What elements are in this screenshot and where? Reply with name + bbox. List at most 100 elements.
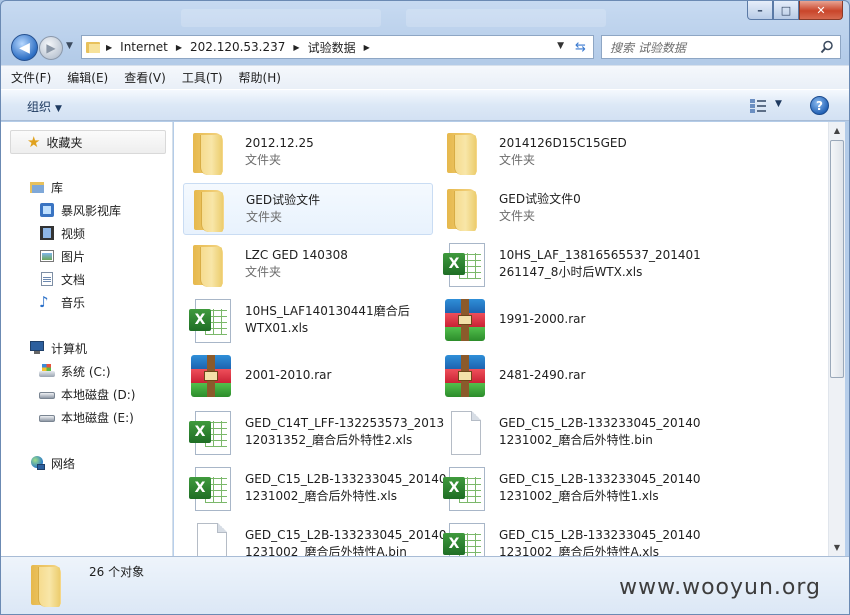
sidebar-item-favorites[interactable]: ★ 收藏夹 — [10, 130, 166, 154]
search-icon[interactable] — [820, 40, 834, 54]
file-name-continued: 1231002_磨合后外特性.bin — [499, 433, 653, 447]
forward-button[interactable]: ▶ — [39, 36, 63, 60]
film-icon — [39, 225, 55, 241]
sidebar-item-network[interactable]: 网络 — [29, 452, 75, 474]
file-type: 文件夹 — [245, 265, 282, 279]
file-name-continued: 12031352_磨合后外特性2.xls — [245, 433, 413, 447]
scroll-up-arrow-icon[interactable]: ▲ — [829, 122, 845, 139]
menu-bar: 文件(F) 编辑(E) 查看(V) 工具(T) 帮助(H) — [1, 65, 849, 89]
file-item[interactable]: 1991-2000.rar — [437, 295, 687, 347]
menu-view[interactable]: 查看(V) — [124, 69, 166, 86]
change-view-icon[interactable] — [749, 98, 767, 114]
breadcrumb-host[interactable]: 202.120.53.237 — [190, 40, 285, 54]
refresh-button[interactable]: ⇆ — [568, 35, 594, 59]
folder-icon — [25, 561, 73, 609]
excel-file-icon: X — [441, 521, 489, 556]
folder-icon — [441, 185, 489, 233]
file-name-continued: 1231002_磨合后外特性A.xls — [499, 545, 659, 556]
excel-file-icon: X — [187, 465, 235, 513]
hard-drive-icon — [39, 409, 55, 425]
file-item[interactable]: 2481-2490.rar — [437, 351, 687, 403]
file-item[interactable]: 2014126D15C15GED 文件夹 — [437, 127, 687, 179]
file-item[interactable]: 2001-2010.rar — [183, 351, 433, 403]
sidebar-item-drive-c[interactable]: 系统 (C:) — [39, 360, 111, 382]
close-button[interactable]: ✕ — [799, 1, 843, 20]
excel-file-icon: X — [187, 409, 235, 457]
sidebar-item-drive-d[interactable]: 本地磁盘 (D:) — [39, 383, 135, 405]
file-item[interactable]: GED_C15_L2B-133233045_20140 1231002_磨合后外特… — [437, 407, 701, 459]
breadcrumb-chevron-icon[interactable]: ▶ — [176, 43, 182, 52]
file-name-continued: WTX01.xls — [245, 321, 309, 335]
file-item[interactable]: X 10HS_LAF140130441磨合后 WTX01.xls — [183, 295, 433, 347]
scroll-down-arrow-icon[interactable]: ▼ — [829, 539, 845, 556]
sidebar-item-baofeng-library[interactable]: 暴风影视库 — [39, 199, 121, 221]
sidebar-item-drive-e[interactable]: 本地磁盘 (E:) — [39, 406, 134, 428]
organize-button[interactable]: 组织 ▼ — [27, 98, 62, 115]
breadcrumb-chevron-icon[interactable]: ▶ — [106, 43, 112, 52]
file-item[interactable]: X 10HS_LAF_13816565537_201401 261147_8小时后W… — [437, 239, 701, 291]
sidebar-item-music[interactable]: ♪ 音乐 — [39, 291, 85, 313]
object-count: 26 个对象 — [89, 565, 145, 579]
menu-edit[interactable]: 编辑(E) — [67, 69, 108, 86]
sidebar-item-label: 网络 — [51, 456, 76, 471]
sidebar-item-documents[interactable]: 文档 — [39, 268, 85, 290]
sidebar-item-label: 收藏夹 — [46, 135, 83, 150]
menu-file[interactable]: 文件(F) — [11, 69, 51, 86]
music-note-icon: ♪ — [39, 293, 49, 311]
search-placeholder: 搜索 试验数据 — [610, 40, 686, 55]
folder-icon — [187, 241, 235, 289]
sidebar-item-computer[interactable]: 计算机 — [29, 337, 87, 359]
file-name: GED_C15_L2B-133233045_20140 — [499, 528, 701, 542]
file-item[interactable]: X GED_C15_L2B-133233045_20140 1231002_磨合后外… — [183, 463, 447, 515]
file-name: LZC GED 140308 — [245, 248, 348, 262]
sidebar-item-label: 本地磁盘 (D:) — [61, 387, 136, 402]
sidebar-item-videos[interactable]: 视频 — [39, 222, 85, 244]
menu-help[interactable]: 帮助(H) — [239, 69, 281, 86]
file-item[interactable]: GED试验文件 文件夹 — [183, 183, 433, 235]
file-item[interactable]: X GED_C15_L2B-133233045_20140 1231002_磨合后外… — [437, 463, 701, 515]
address-bar[interactable]: ▶ Internet ▶ 202.120.53.237 ▶ 试验数据 ▶ ▼ — [81, 35, 569, 59]
file-item[interactable]: X GED_C14T_LFF-132253573_2013 12031352_磨合后… — [183, 407, 444, 459]
breadcrumb-chevron-icon[interactable]: ▶ — [364, 43, 370, 52]
search-input[interactable]: 搜索 试验数据 — [601, 35, 841, 59]
recent-pages-chevron-icon[interactable]: ▼ — [66, 41, 78, 55]
file-name: GED_C15_L2B-133233045_20140 — [245, 472, 447, 486]
back-button[interactable]: ◀ — [11, 34, 38, 61]
file-name: 2001-2010.rar — [245, 368, 332, 382]
vertical-scrollbar[interactable]: ▲ ▼ — [828, 122, 845, 556]
sidebar-item-label: 本地磁盘 (E:) — [61, 410, 134, 425]
minimize-button[interactable]: – — [747, 1, 773, 20]
sidebar-item-label: 系统 (C:) — [61, 364, 111, 379]
excel-file-icon: X — [441, 465, 489, 513]
file-item[interactable]: 2012.12.25 文件夹 — [183, 127, 433, 179]
watermark-text: www.wooyun.org — [619, 575, 821, 600]
file-type: 文件夹 — [499, 153, 536, 167]
help-button[interactable]: ? — [810, 96, 829, 115]
file-list: 2012.12.25 文件夹 2014126D15C15GED 文件夹 GED试验文件文… — [174, 122, 828, 556]
excel-file-icon: X — [441, 241, 489, 289]
sidebar-item-libraries[interactable]: 库 — [29, 176, 63, 198]
file-item[interactable]: GED_C15_L2B-133233045_20140 1231002_磨合后外特… — [183, 519, 447, 556]
command-bar: 组织 ▼ ▼ ? — [1, 89, 849, 121]
folder-icon — [187, 129, 235, 177]
address-dropdown-icon[interactable]: ▼ — [557, 41, 564, 51]
file-item[interactable]: LZC GED 140308 文件夹 — [183, 239, 433, 291]
file-type: 文件夹 — [499, 209, 536, 223]
file-item[interactable]: GED试验文件0 文件夹 — [437, 183, 687, 235]
picture-icon — [39, 248, 55, 264]
sidebar-item-pictures[interactable]: 图片 — [39, 245, 85, 267]
scrollbar-thumb[interactable] — [830, 140, 844, 378]
view-options-arrow-icon[interactable]: ▼ — [775, 99, 782, 109]
excel-file-icon: X — [187, 297, 235, 345]
file-item[interactable]: X GED_C15_L2B-133233045_20140 1231002_磨合后外… — [437, 519, 701, 556]
file-name: 10HS_LAF140130441磨合后 — [245, 304, 410, 318]
breadcrumb-internet[interactable]: Internet — [120, 40, 168, 54]
file-name: GED_C14T_LFF-132253573_2013 — [245, 416, 445, 430]
breadcrumb-current-folder[interactable]: 试验数据 — [308, 39, 356, 56]
navigation-bar: ◀ ▶ ▼ ▶ Internet ▶ 202.120.53.237 ▶ 试验数据… — [1, 31, 849, 63]
maximize-button[interactable]: □ — [773, 1, 799, 20]
sidebar-item-label: 计算机 — [51, 341, 88, 356]
menu-tools[interactable]: 工具(T) — [182, 69, 223, 86]
file-type: 文件夹 — [246, 210, 283, 224]
breadcrumb-chevron-icon[interactable]: ▶ — [293, 43, 299, 52]
